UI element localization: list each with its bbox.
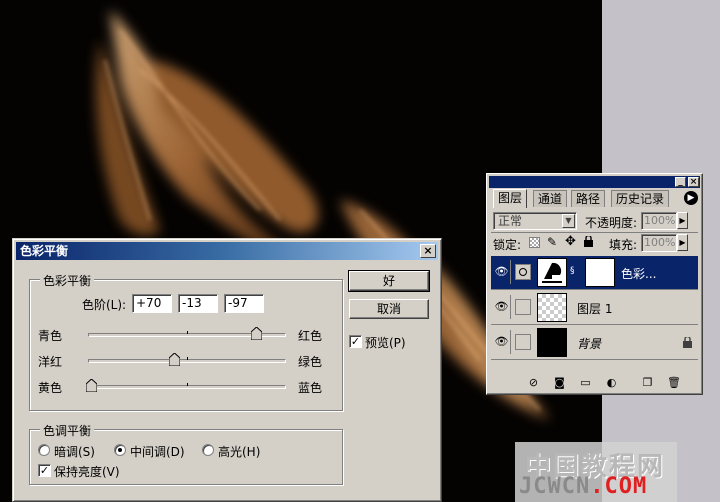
- slider-thumb[interactable]: [251, 327, 263, 340]
- layer-row-background[interactable]: 👁 背景: [491, 326, 698, 360]
- palette-titlebar[interactable]: _ ×: [489, 176, 700, 188]
- layer-row-color-balance[interactable]: 👁 § 色彩...: [491, 256, 698, 290]
- levels-label: 色阶(L):: [82, 298, 127, 312]
- color-balance-group: 色彩平衡 色阶(L): +70 -13 -97 青色 红色 洋红 绿色 黄色 蓝…: [29, 272, 343, 411]
- radio-highlights-label[interactable]: 高光(H): [218, 443, 260, 460]
- layer-thumbnail: [537, 293, 567, 322]
- slider-thumb[interactable]: [85, 379, 97, 392]
- slider-left-label-cyan: 青色: [38, 329, 63, 343]
- yellow-blue-slider[interactable]: [85, 379, 286, 392]
- slider-thumb[interactable]: [169, 353, 181, 366]
- palette-menu-icon[interactable]: ▶: [684, 191, 698, 205]
- lock-move-icon[interactable]: ✥: [565, 234, 576, 249]
- slider-left-label-magenta: 洋红: [38, 355, 63, 369]
- dialog-titlebar[interactable]: 色彩平衡 ×: [16, 242, 438, 260]
- add-mask-icon[interactable]: ◙: [553, 377, 566, 389]
- close-icon[interactable]: ×: [420, 244, 436, 258]
- eye-icon[interactable]: 👁: [493, 330, 511, 354]
- layer-name: 背景: [577, 337, 602, 351]
- level-yellow-blue-input[interactable]: -97: [224, 294, 264, 313]
- link-box[interactable]: [515, 299, 531, 315]
- radio-midtones-label[interactable]: 中间调(D): [130, 443, 185, 460]
- adjustment-layer-icon[interactable]: ◐: [605, 377, 618, 389]
- close-palette-button[interactable]: ×: [688, 177, 699, 187]
- tab-channels[interactable]: 通道: [533, 190, 568, 207]
- radio-shadows[interactable]: [38, 444, 50, 456]
- new-layer-icon[interactable]: ❐: [641, 377, 654, 389]
- layer-name: 图层 1: [577, 302, 613, 316]
- minimize-button[interactable]: _: [675, 177, 686, 187]
- link-box[interactable]: [515, 334, 531, 350]
- ok-button[interactable]: 好: [348, 270, 430, 292]
- chain-icon[interactable]: §: [570, 266, 575, 276]
- level-cyan-red-input[interactable]: +70: [132, 294, 172, 313]
- magenta-green-slider[interactable]: [88, 353, 286, 366]
- layer-row-layer1[interactable]: 👁 图层 1: [491, 291, 698, 325]
- trash-icon[interactable]: 🗑: [667, 377, 681, 389]
- eye-icon[interactable]: 👁: [493, 295, 511, 319]
- lock-brush-icon[interactable]: ✎: [547, 235, 557, 249]
- radio-midtones[interactable]: [114, 444, 126, 456]
- lock-transparent-icon[interactable]: [529, 237, 540, 248]
- layers-palette: _ × 图层 通道 路径 历史记录 ▶ 正常 ▼ 不透明度: 100% ▶ 锁定…: [486, 173, 703, 395]
- preview-label[interactable]: 预览(P): [365, 334, 406, 351]
- group-title: 色调平衡: [40, 422, 95, 439]
- fill-input[interactable]: 100%: [641, 234, 677, 252]
- eye-icon[interactable]: 👁: [493, 260, 511, 284]
- preserve-luminosity-checkbox[interactable]: ✓: [38, 464, 51, 477]
- slider-right-label-red: 红色: [298, 329, 323, 343]
- opacity-input[interactable]: 100%: [641, 212, 677, 230]
- layer-style-icon[interactable]: ⊘: [527, 377, 540, 389]
- chevron-down-icon[interactable]: ▼: [562, 214, 575, 228]
- layer-name: 色彩...: [621, 267, 657, 281]
- color-balance-dialog: 色彩平衡 × 色彩平衡 色阶(L): +70 -13 -97 青色 红色 洋红 …: [12, 238, 442, 502]
- tab-history[interactable]: 历史记录: [611, 190, 670, 207]
- radio-highlights[interactable]: [202, 444, 214, 456]
- group-title: 色彩平衡: [40, 272, 95, 289]
- radio-shadows-label[interactable]: 暗调(S): [54, 443, 95, 460]
- watermark-url: JCWCN.COM: [519, 474, 648, 499]
- slider-right-label-green: 绿色: [298, 355, 323, 369]
- opacity-label: 不透明度:: [585, 216, 638, 230]
- fill-arrow-icon[interactable]: ▶: [677, 234, 688, 251]
- fill-label: 填充:: [609, 238, 638, 252]
- adjustment-thumbnail: [537, 258, 567, 287]
- layer-thumbnail: [537, 328, 567, 357]
- opacity-arrow-icon[interactable]: ▶: [677, 212, 688, 229]
- tab-paths[interactable]: 路径: [571, 190, 606, 207]
- tone-balance-group: 色调平衡 暗调(S) 中间调(D) 高光(H) ✓ 保持亮度(V): [29, 422, 343, 485]
- slider-right-label-blue: 蓝色: [298, 381, 323, 395]
- mask-thumbnail: [585, 258, 615, 287]
- preserve-luminosity-label[interactable]: 保持亮度(V): [54, 463, 120, 480]
- new-set-icon[interactable]: ▭: [579, 377, 592, 389]
- cyan-red-slider[interactable]: [88, 327, 286, 340]
- cancel-button[interactable]: 取消: [349, 299, 429, 319]
- preview-checkbox[interactable]: ✓: [349, 335, 362, 348]
- tab-layers[interactable]: 图层: [493, 189, 528, 208]
- lock-all-icon[interactable]: [584, 234, 593, 247]
- slider-left-label-yellow: 黄色: [38, 381, 63, 395]
- palette-footer: ⊘ ◙ ▭ ◐ ❐ 🗑: [491, 375, 698, 391]
- lock-icon: [683, 335, 692, 348]
- level-magenta-green-input[interactable]: -13: [178, 294, 218, 313]
- lock-label: 锁定:: [493, 238, 522, 252]
- blend-mode-select[interactable]: 正常 ▼: [493, 212, 577, 230]
- layer-mask-link-box[interactable]: [515, 264, 531, 280]
- watermark-text: 中国教程网: [525, 452, 666, 482]
- dialog-title: 色彩平衡: [20, 244, 69, 258]
